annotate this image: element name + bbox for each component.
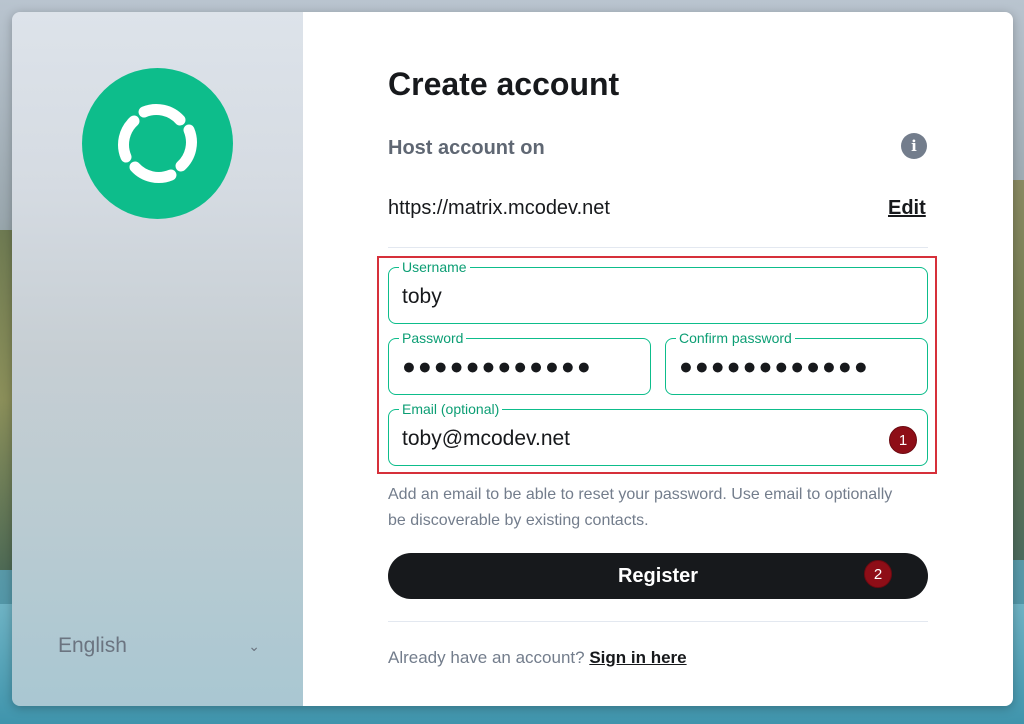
server-url: https://matrix.mcodev.net xyxy=(388,197,610,219)
username-label: Username xyxy=(399,259,470,275)
registration-panel: Create account Host account on i https:/… xyxy=(303,12,1013,706)
email-value: toby@mcodev.net xyxy=(402,427,571,450)
language-selector[interactable]: English ⌄ xyxy=(58,632,260,660)
confirm-password-field[interactable]: Confirm password ●●●●●●●●●●●● xyxy=(665,330,928,395)
edit-server-link[interactable]: Edit xyxy=(888,197,926,220)
divider xyxy=(388,621,928,622)
element-logo-icon xyxy=(82,68,233,219)
signin-prompt: Already have an account? xyxy=(388,648,590,667)
email-field[interactable]: Email (optional) toby@mcodev.net xyxy=(388,401,928,466)
info-icon[interactable]: i xyxy=(901,133,927,159)
signin-row: Already have an account? Sign in here xyxy=(388,648,687,668)
chevron-down-icon: ⌄ xyxy=(248,637,260,654)
password-field[interactable]: Password ●●●●●●●●●●●● xyxy=(388,330,651,395)
confirm-password-value: ●●●●●●●●●●●● xyxy=(679,353,870,379)
signin-link[interactable]: Sign in here xyxy=(589,648,686,667)
register-label: Register xyxy=(617,564,699,587)
language-label: English xyxy=(58,634,127,657)
confirm-password-label: Confirm password xyxy=(676,330,795,346)
password-value: ●●●●●●●●●●●● xyxy=(402,353,593,379)
auth-sidebar: English ⌄ xyxy=(12,12,303,706)
annotation-marker-1: 1 xyxy=(889,426,917,454)
email-label: Email (optional) xyxy=(399,401,503,417)
host-label: Host account on xyxy=(388,137,545,159)
register-button[interactable]: Register xyxy=(388,553,928,599)
email-help-text: Add an email to be able to reset your pa… xyxy=(388,486,893,529)
annotation-marker-2: 2 xyxy=(864,560,892,588)
divider xyxy=(388,247,928,248)
page-title: Create account xyxy=(388,66,620,102)
auth-dialog: English ⌄ Create account Host account on… xyxy=(12,12,1013,706)
password-label: Password xyxy=(399,330,467,346)
username-value: toby xyxy=(402,285,442,308)
username-field[interactable]: Username toby xyxy=(388,259,928,324)
